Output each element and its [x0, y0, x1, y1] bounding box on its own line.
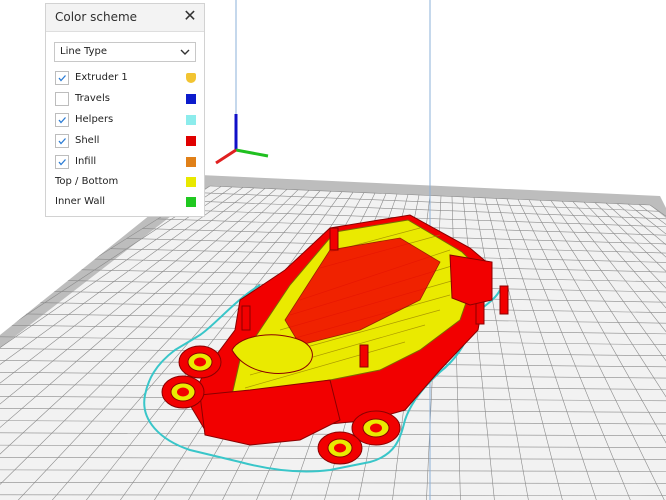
- legend-label: Infill: [75, 156, 97, 167]
- checkmark-icon: [58, 138, 66, 145]
- color-swatch: [186, 197, 196, 207]
- legend-label: Helpers: [75, 114, 114, 125]
- color-scheme-dropdown[interactable]: Line Type: [54, 42, 196, 62]
- color-swatch: [186, 177, 196, 187]
- color-swatch: [186, 136, 196, 146]
- legend-row[interactable]: Shell: [54, 134, 196, 150]
- legend-row[interactable]: Helpers: [54, 113, 196, 129]
- legend-label: Shell: [75, 135, 100, 146]
- visibility-checkbox[interactable]: [55, 71, 69, 85]
- color-swatch: [186, 115, 196, 125]
- color-swatch: [186, 157, 196, 167]
- model-post: [241, 305, 251, 331]
- model-post: [499, 285, 509, 315]
- color-swatch: [186, 94, 196, 104]
- visibility-checkbox[interactable]: [55, 134, 69, 148]
- close-icon[interactable]: ✕: [182, 8, 198, 24]
- checkmark-icon: [58, 159, 66, 166]
- checkmark-icon: [58, 117, 66, 124]
- legend-label: Top / Bottom: [55, 176, 119, 187]
- model-wheel: [178, 345, 222, 379]
- dropdown-selected-value: Line Type: [60, 46, 107, 57]
- legend-row[interactable]: Infill: [54, 155, 196, 171]
- color-scheme-panel: Color scheme ✕ Line Type Extruder 1 Trave…: [45, 3, 205, 217]
- model-post: [359, 344, 369, 368]
- checkmark-icon: [58, 75, 66, 82]
- legend-row[interactable]: Travels: [54, 92, 196, 108]
- model-post: [329, 227, 339, 251]
- panel-header: Color scheme ✕: [46, 4, 204, 32]
- legend-row[interactable]: Extruder 1: [54, 71, 196, 87]
- visibility-checkbox[interactable]: [55, 113, 69, 127]
- model-wheel: [161, 375, 205, 409]
- model-wheel: [317, 431, 363, 465]
- legend-row: Top / Bottom: [54, 175, 196, 191]
- panel-title: Color scheme: [55, 10, 138, 24]
- visibility-checkbox[interactable]: [55, 92, 69, 106]
- color-swatch: [186, 73, 196, 83]
- legend-label: Travels: [75, 93, 110, 104]
- model-rear-wing: [449, 254, 493, 306]
- visibility-checkbox[interactable]: [55, 155, 69, 169]
- legend-row: Inner Wall: [54, 195, 196, 211]
- legend-label: Inner Wall: [55, 196, 105, 207]
- chevron-down-icon: [180, 49, 190, 55]
- legend-label: Extruder 1: [75, 72, 128, 83]
